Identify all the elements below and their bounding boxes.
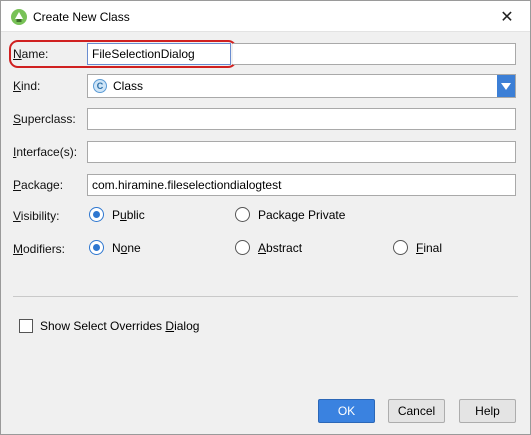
- modifiers-abstract-radio[interactable]: Abstract: [235, 240, 302, 255]
- modifiers-final-label: Final: [416, 240, 443, 255]
- interfaces-label: Interface(s):: [13, 145, 78, 159]
- kind-combobox[interactable]: C Class: [87, 74, 516, 98]
- radio-unselected-indicator: [235, 240, 250, 255]
- ok-button[interactable]: OK: [318, 399, 375, 423]
- class-badge-icon: C: [93, 79, 107, 93]
- show-overrides-label: Show Select Overrides Dialog: [40, 319, 200, 333]
- dialog-window: Create New Class ✕ Name: Kind: C Class S…: [0, 0, 531, 435]
- radio-unselected-indicator: [235, 207, 250, 222]
- dialog-content: Name: Kind: C Class Superclass: Interfac…: [1, 32, 530, 434]
- modifiers-none-label: None: [112, 240, 141, 255]
- visibility-public-label: Public: [112, 207, 145, 222]
- package-input[interactable]: [87, 174, 516, 196]
- package-label: Package:: [13, 178, 64, 192]
- visibility-package-private-radio[interactable]: Package Private: [235, 207, 345, 222]
- visibility-label: Visibility:: [13, 209, 60, 223]
- radio-selected-indicator: [89, 207, 104, 222]
- chevron-down-icon: [501, 79, 511, 93]
- modifiers-abstract-label: Abstract: [258, 240, 303, 255]
- kind-dropdown-button[interactable]: [497, 75, 515, 97]
- window-title: Create New Class: [33, 10, 130, 24]
- modifiers-final-radio[interactable]: Final: [393, 240, 442, 255]
- close-icon: ✕: [500, 8, 514, 26]
- name-input-extension[interactable]: [233, 43, 516, 65]
- name-label: Name:: [13, 47, 49, 61]
- show-overrides-checkbox[interactable]: Show Select Overrides Dialog: [19, 319, 199, 333]
- name-input[interactable]: [87, 43, 231, 65]
- kind-label: Kind:: [13, 79, 41, 93]
- visibility-public-radio[interactable]: Public: [89, 207, 145, 222]
- superclass-input[interactable]: [87, 108, 516, 130]
- separator: [13, 296, 518, 297]
- interfaces-input[interactable]: [87, 141, 516, 163]
- radio-unselected-indicator: [393, 240, 408, 255]
- visibility-package-private-label: Package Private: [258, 207, 346, 222]
- modifiers-none-radio[interactable]: None: [89, 240, 141, 255]
- superclass-label: Superclass:: [13, 112, 76, 126]
- android-studio-icon: [10, 8, 28, 26]
- close-button[interactable]: ✕: [484, 1, 530, 32]
- radio-selected-indicator: [89, 240, 104, 255]
- cancel-button[interactable]: Cancel: [388, 399, 445, 423]
- checkbox-box[interactable]: [19, 319, 33, 333]
- title-bar[interactable]: Create New Class ✕: [1, 1, 530, 32]
- modifiers-label: Modifiers:: [13, 242, 66, 256]
- help-button[interactable]: Help: [459, 399, 516, 423]
- kind-selected-value: Class: [113, 79, 144, 93]
